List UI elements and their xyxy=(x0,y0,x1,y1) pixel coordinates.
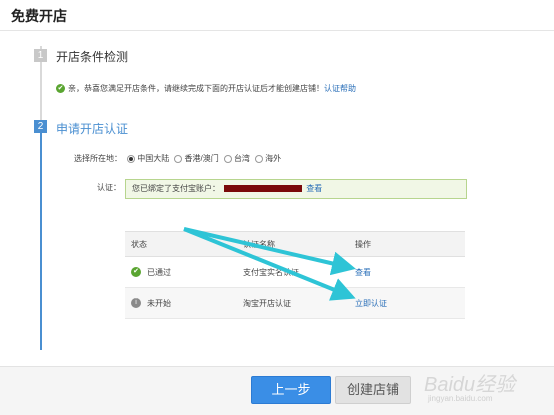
status-text: 未开始 xyxy=(147,298,171,308)
region-option-taiwan[interactable]: 台湾 xyxy=(234,154,250,163)
cert-name-cell: 支付宝实名认证 xyxy=(242,256,354,288)
action-cell: 立即认证 xyxy=(354,287,465,319)
cert-label: 认证： xyxy=(97,183,121,192)
region-option-mainland[interactable]: 中国大陆 xyxy=(137,154,169,163)
view-account-link[interactable]: 查看 xyxy=(306,184,322,193)
view-link[interactable]: 查看 xyxy=(355,268,371,277)
previous-step-button[interactable]: 上一步 xyxy=(251,376,331,404)
region-radio-taiwan[interactable] xyxy=(223,154,232,163)
table-header-row: 状态 认证名称 操作 xyxy=(125,231,465,257)
cert-name-cell: 淘宝开店认证 xyxy=(242,287,354,319)
region-radio-mainland[interactable] xyxy=(127,154,136,163)
step-1-number: 1 xyxy=(34,49,47,62)
redacted-account xyxy=(224,185,302,193)
progress-rail-active xyxy=(40,126,42,350)
eligibility-tip: ✔ 亲，恭喜您满足开店条件，请继续完成下面的开店认证后才能创建店铺！认证帮助 xyxy=(56,83,356,94)
start-cert-link[interactable]: 立即认证 xyxy=(355,299,387,308)
watermark-logo: Baidu经验 xyxy=(424,374,516,396)
table-row: ✔ 已通过 支付宝实名认证 查看 xyxy=(125,256,465,288)
region-option-overseas[interactable]: 海外 xyxy=(265,154,281,163)
cert-status-box: 您已绑定了支付宝账户： 查看 xyxy=(125,179,467,199)
page-header: 免费开店 xyxy=(0,0,554,31)
check-circle-icon: ✔ xyxy=(56,84,65,94)
info-icon: i xyxy=(131,298,141,309)
header-action: 操作 xyxy=(354,231,465,257)
region-radio-hk-macau[interactable] xyxy=(174,154,183,163)
page-title: 免费开店 xyxy=(11,8,67,24)
step-2-title: 申请开店认证 xyxy=(56,122,129,136)
cert-table: 状态 认证名称 操作 ✔ 已通过 支付宝实名认证 查看 i 未开始 淘宝开店认证 立… xyxy=(125,231,465,319)
status-cell: i 未开始 xyxy=(125,287,242,319)
region-selector: 选择所在地： 中国大陆 香港/澳门 台湾 海外 xyxy=(74,153,281,164)
cert-text: 您已绑定了支付宝账户： xyxy=(132,184,220,193)
step-2-number: 2 xyxy=(34,120,47,133)
status-text: 已通过 xyxy=(147,267,171,277)
step-1-title: 开店条件检测 xyxy=(56,50,129,64)
region-option-hk-macau[interactable]: 香港/澳门 xyxy=(184,154,218,163)
table-row: i 未开始 淘宝开店认证 立即认证 xyxy=(125,287,465,319)
action-cell: 查看 xyxy=(354,256,465,288)
cert-help-link[interactable]: 认证帮助 xyxy=(324,84,356,93)
header-cert-name: 认证名称 xyxy=(242,231,354,257)
header-status: 状态 xyxy=(125,231,242,257)
watermark-url: jingyan.baidu.com xyxy=(428,394,493,403)
tip-text: 亲，恭喜您满足开店条件，请继续完成下面的开店认证后才能创建店铺！ xyxy=(68,84,324,93)
region-radio-overseas[interactable] xyxy=(255,154,264,163)
status-cell: ✔ 已通过 xyxy=(125,256,242,288)
region-label: 选择所在地： xyxy=(74,154,122,163)
check-circle-icon: ✔ xyxy=(131,267,141,278)
create-store-button[interactable]: 创建店铺 xyxy=(335,376,411,404)
